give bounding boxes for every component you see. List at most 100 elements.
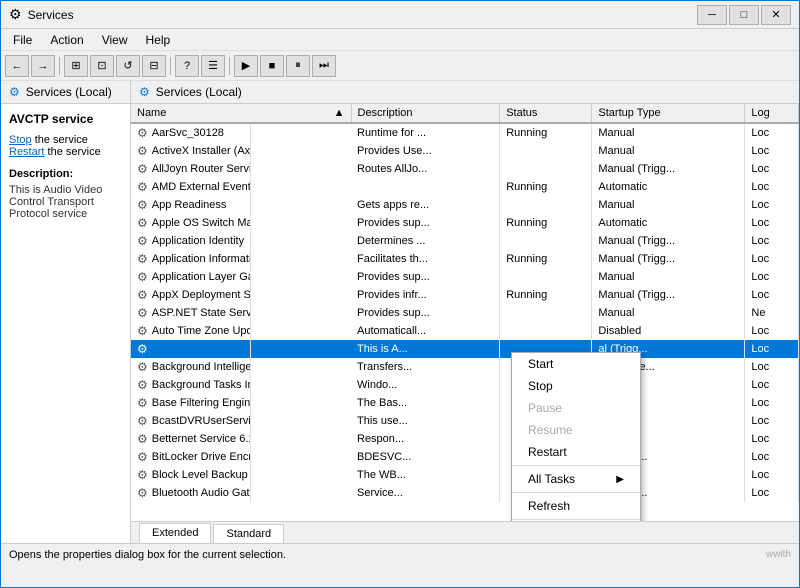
toolbar: ← → ⊞ ⊡ ↺ ⊟ ? ☰ ▶ ■ ⏸ ⏭: [1, 51, 799, 81]
table-row[interactable]: ⚙Application IdentityDetermines ...Manua…: [131, 232, 799, 250]
table-row[interactable]: ⚙Auto Time Zone UpdaterAutomaticall...Di…: [131, 322, 799, 340]
service-startup-cell: Automatic: [592, 178, 745, 196]
maximize-button[interactable]: □: [729, 5, 759, 25]
service-status-cell: Running: [500, 123, 592, 142]
service-log-cell: Loc: [745, 466, 799, 484]
col-header-description[interactable]: Description: [351, 104, 500, 123]
service-startup-cell: Manual (Trigg...: [592, 160, 745, 178]
service-description-cell: Provides Use...: [351, 142, 500, 160]
ctx-all-tasks[interactable]: All Tasks ▶: [512, 468, 640, 490]
service-row-icon: ⚙: [137, 342, 148, 356]
table-row[interactable]: ⚙AllJoyn Router ServiceRoutes AllJo...Ma…: [131, 160, 799, 178]
service-row-icon: ⚙: [137, 198, 148, 212]
restart-service-button[interactable]: ⏭: [312, 55, 336, 77]
service-row-icon: ⚙: [137, 360, 148, 374]
stop-service-text: the service: [32, 134, 88, 146]
table-row[interactable]: ⚙Apple OS Switch ManagerProvides sup...R…: [131, 214, 799, 232]
services-panel-icon: ⚙: [139, 85, 150, 99]
tab-standard[interactable]: Standard: [213, 524, 284, 543]
tab-extended[interactable]: Extended: [139, 523, 211, 543]
table-row[interactable]: ⚙AMD External Events UtilityRunningAutom…: [131, 178, 799, 196]
table-row[interactable]: ⚙Application Layer Gateway S...Provides …: [131, 268, 799, 286]
table-row[interactable]: ⚙BcastDVRUserService_30128This use...alL…: [131, 412, 799, 430]
properties-button[interactable]: ☰: [201, 55, 225, 77]
services-panel-title: Services (Local): [156, 85, 242, 99]
menu-action[interactable]: Action: [42, 31, 91, 49]
services-table-container[interactable]: Name ▲ Description Status Startup Type L…: [131, 104, 799, 521]
col-header-status[interactable]: Status: [500, 104, 592, 123]
table-row[interactable]: ⚙AarSvc_30128Runtime for ...RunningManua…: [131, 123, 799, 142]
ctx-refresh[interactable]: Refresh: [512, 495, 640, 517]
table-row[interactable]: ⚙App ReadinessGets apps re...ManualLoc: [131, 196, 799, 214]
app-icon: ⚙: [9, 6, 22, 23]
service-log-cell: Loc: [745, 358, 799, 376]
service-name-cell: App Readiness: [152, 199, 227, 211]
service-row-icon: ⚙: [137, 180, 148, 194]
table-row[interactable]: ⚙AppX Deployment Service (A...Provides i…: [131, 286, 799, 304]
service-row-icon: ⚙: [137, 396, 148, 410]
service-row-icon: ⚙: [137, 126, 148, 140]
ctx-sep-1: [512, 465, 640, 466]
forward-button[interactable]: →: [31, 55, 55, 77]
stop-service-button[interactable]: ■: [260, 55, 284, 77]
table-row[interactable]: ⚙ActiveX Installer (AxInstSV)Provides Us…: [131, 142, 799, 160]
show-console-tree-button[interactable]: ⊞: [64, 55, 88, 77]
help-button[interactable]: ?: [175, 55, 199, 77]
service-log-cell: Loc: [745, 178, 799, 196]
ctx-stop[interactable]: Stop: [512, 375, 640, 397]
restart-service-link[interactable]: Restart: [9, 146, 44, 158]
service-row-icon: ⚙: [137, 234, 148, 248]
service-name: AVCTP service: [9, 112, 122, 126]
table-row[interactable]: ⚙Application InformationFacilitates th..…: [131, 250, 799, 268]
menu-help[interactable]: Help: [138, 31, 179, 49]
main-area: ⚙ Services (Local) AVCTP service Stop th…: [1, 81, 799, 543]
window-title: Services: [28, 8, 74, 22]
close-button[interactable]: ✕: [761, 5, 791, 25]
export-button[interactable]: ⊟: [142, 55, 166, 77]
service-startup-cell: Manual (Trigg...: [592, 250, 745, 268]
service-log-cell: Loc: [745, 430, 799, 448]
service-name-cell: Application Identity: [152, 235, 244, 247]
table-row[interactable]: ⚙This is A...al (Trigg...Loc: [131, 340, 799, 358]
col-header-name[interactable]: Name ▲: [131, 104, 351, 123]
table-row[interactable]: ⚙Betternet Service 6.12.1Respon...Loc: [131, 430, 799, 448]
menu-view[interactable]: View: [94, 31, 136, 49]
table-row[interactable]: ⚙Background Intelligent Tran...Transfers…: [131, 358, 799, 376]
service-description-cell: Respon...: [351, 430, 500, 448]
col-header-log[interactable]: Log: [745, 104, 799, 123]
ctx-start[interactable]: Start: [512, 353, 640, 375]
service-name-cell: Bluetooth Audio Gateway Se...: [152, 487, 251, 499]
pause-service-button[interactable]: ⏸: [286, 55, 310, 77]
description-text: This is Audio Video Control Transport Pr…: [9, 184, 122, 220]
ctx-resume: Resume: [512, 419, 640, 441]
service-description-cell: Provides sup...: [351, 268, 500, 286]
service-name-cell: BitLocker Drive Encryption S...: [152, 451, 251, 463]
table-row[interactable]: ⚙Bluetooth Audio Gateway Se...Service...…: [131, 484, 799, 502]
start-service-button[interactable]: ▶: [234, 55, 258, 77]
minimize-button[interactable]: ─: [697, 5, 727, 25]
service-row-icon: ⚙: [137, 468, 148, 482]
col-header-startup[interactable]: Startup Type: [592, 104, 745, 123]
table-row[interactable]: ⚙Base Filtering EngineThe Bas...aticLoc: [131, 394, 799, 412]
ctx-restart[interactable]: Restart: [512, 441, 640, 463]
table-row[interactable]: ⚙Background Tasks Infrastruc...Windo...a…: [131, 376, 799, 394]
title-bar-controls: ─ □ ✕: [697, 5, 791, 25]
service-row-icon: ⚙: [137, 306, 148, 320]
service-name-cell: Background Tasks Infrastruc...: [152, 379, 251, 391]
service-description-cell: Windo...: [351, 376, 500, 394]
service-description-cell: This is A...: [351, 340, 500, 358]
service-log-cell: Loc: [745, 286, 799, 304]
table-row[interactable]: ⚙ASP.NET State ServiceProvides sup...Man…: [131, 304, 799, 322]
service-description-cell: BDESVC...: [351, 448, 500, 466]
stop-service-link[interactable]: Stop: [9, 134, 32, 146]
back-button[interactable]: ←: [5, 55, 29, 77]
table-row[interactable]: ⚙BitLocker Drive Encryption S...BDESVC..…: [131, 448, 799, 466]
menu-file[interactable]: File: [5, 31, 40, 49]
table-row[interactable]: ⚙Block Level Backup Engine S...The WB...…: [131, 466, 799, 484]
toolbar-sep-1: [59, 57, 60, 75]
up-button[interactable]: ⊡: [90, 55, 114, 77]
table-header-row: Name ▲ Description Status Startup Type L…: [131, 104, 799, 123]
refresh-button[interactable]: ↺: [116, 55, 140, 77]
left-panel-title: Services (Local): [26, 85, 112, 99]
service-startup-cell: Automatic: [592, 214, 745, 232]
